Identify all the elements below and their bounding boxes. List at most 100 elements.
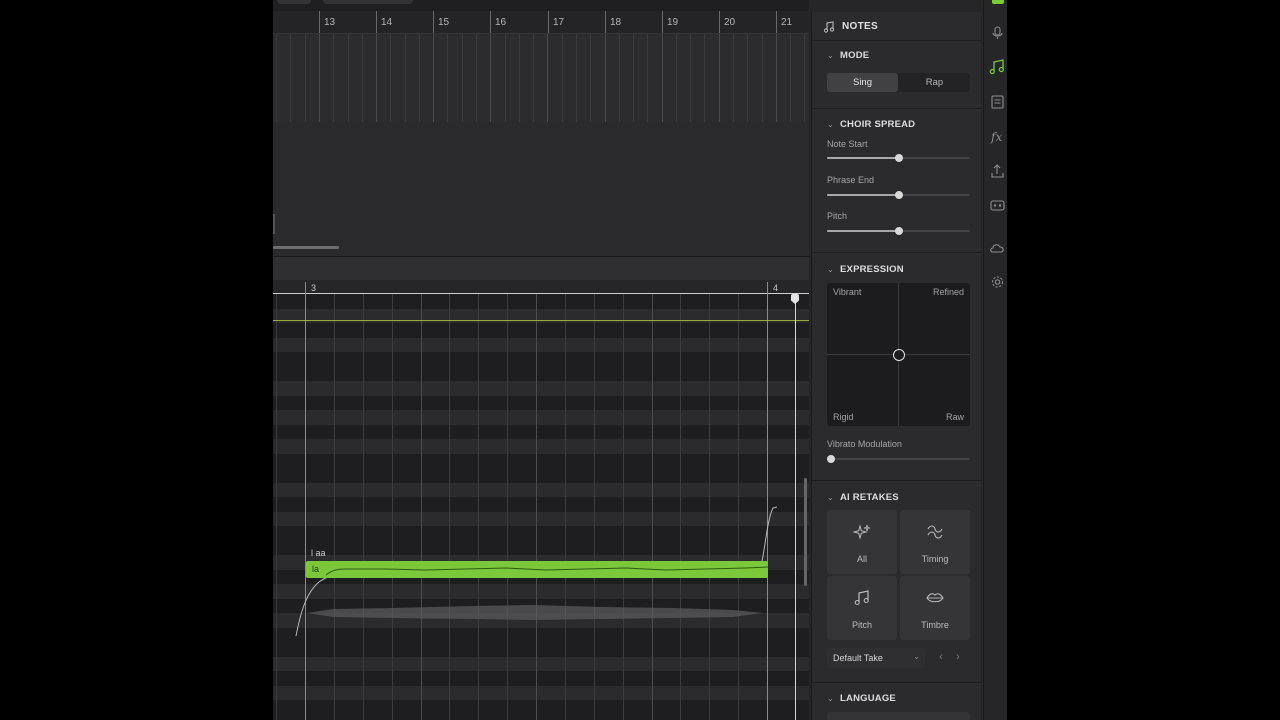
cloud-icon[interactable] [988, 239, 1006, 257]
pad-label-vibrant: Vibrant [833, 287, 862, 297]
section-mode[interactable]: ⌄ MODE [812, 46, 982, 66]
playhead [795, 296, 796, 720]
slider-knob[interactable] [894, 191, 903, 199]
previous-take-button[interactable]: ‹ [933, 648, 949, 668]
grid-line [418, 34, 420, 122]
retake-label: All [856, 554, 867, 564]
take-value: Default Take [833, 653, 883, 663]
bar-number: 15 [438, 17, 450, 28]
slider-knob[interactable] [827, 455, 835, 463]
arrangement-ruler[interactable]: 13 14 15 16 17 18 19 20 21 [273, 11, 809, 34]
grid-line [675, 34, 677, 122]
divider [812, 480, 982, 481]
notes-inspector-panel: NOTES ⌄ MODE Sing Rap ⌄ CHOIR SPREAD Not… [811, 12, 982, 720]
arrangement-view[interactable]: 13 14 15 16 17 18 19 20 21 [273, 0, 809, 256]
divider [812, 682, 982, 683]
grid-line [361, 34, 363, 122]
slider-label: Pitch [827, 211, 848, 221]
chevron-down-icon[interactable]: ⌄ [827, 493, 834, 502]
bar-number: 18 [610, 17, 622, 28]
slider-label: Vibrato Modulation [827, 439, 902, 449]
svg-text:fx: fx [990, 130, 1002, 144]
mode-rap-option[interactable]: Rap [899, 73, 970, 92]
export-icon[interactable] [988, 162, 1006, 180]
slider-knob[interactable] [894, 227, 903, 235]
take-dropdown[interactable]: Default Take ⌄ [827, 648, 925, 668]
retake-pitch-button[interactable]: Pitch [827, 576, 897, 640]
grid-line [775, 34, 777, 122]
bar-number: 17 [553, 17, 565, 28]
retake-timing-button[interactable]: Timing [900, 510, 970, 574]
grid-line [704, 34, 706, 122]
section-title: EXPRESSION [840, 264, 904, 275]
grid-line [276, 34, 278, 122]
chevron-down-icon[interactable]: ⌄ [827, 694, 834, 703]
grid-line [461, 34, 463, 122]
note-start-slider[interactable] [827, 153, 970, 163]
mode-sing-option[interactable]: Sing [827, 73, 898, 92]
section-ai-retakes[interactable]: ⌄ AI RETAKES [812, 488, 982, 508]
grid-line [590, 34, 592, 122]
section-title: MODE [840, 50, 870, 61]
xy-pad-handle[interactable] [893, 349, 905, 361]
right-toolbar: fx [983, 0, 1007, 720]
horizontal-scrollbar[interactable] [273, 246, 339, 249]
toolbar-pill[interactable] [277, 0, 311, 4]
music-note-icon [827, 590, 897, 611]
notes-icon[interactable] [988, 58, 1006, 76]
vibrato-modulation-slider[interactable] [827, 454, 970, 464]
section-title: CHOIR SPREAD [840, 119, 916, 130]
bar-number: 13 [324, 17, 336, 28]
note-block[interactable]: la [306, 561, 768, 578]
bar-number: 16 [495, 17, 507, 28]
bar-number: 21 [781, 17, 793, 28]
grid-line [604, 34, 606, 122]
grid-line [618, 34, 620, 122]
divider [812, 252, 982, 253]
section-language[interactable]: ⌄ LANGUAGE [812, 689, 982, 709]
piano-roll[interactable]: 3 4 l aa la [273, 280, 809, 720]
grid-line [647, 34, 649, 122]
grid-line [790, 34, 792, 122]
pitch-curve-layer [295, 506, 778, 637]
lyrics-sheet-icon[interactable] [988, 93, 1006, 111]
fx-icon[interactable]: fx [988, 127, 1006, 145]
bar-number: 19 [667, 17, 679, 28]
bar-number: 20 [724, 17, 736, 28]
chevron-down-icon[interactable]: ⌄ [827, 265, 834, 274]
mode-toggle[interactable]: Sing Rap [827, 73, 970, 92]
grid-line [761, 34, 763, 122]
grid-line [575, 34, 577, 122]
grid-line [347, 34, 349, 122]
pitch-slider[interactable] [827, 226, 970, 236]
grid-line [547, 34, 549, 122]
grid-line [333, 34, 335, 122]
lips-icon [900, 590, 970, 611]
microphone-icon[interactable] [988, 24, 1006, 42]
track-grid[interactable] [273, 34, 809, 122]
grid-line [490, 34, 492, 122]
section-expression[interactable]: ⌄ EXPRESSION [812, 260, 982, 280]
slider-label: Note Start [827, 139, 868, 149]
chevron-down-icon[interactable]: ⌄ [827, 120, 834, 129]
chevron-down-icon: ⌄ [913, 652, 920, 661]
chevron-down-icon[interactable]: ⌄ [827, 51, 834, 60]
expression-xy-pad[interactable]: Vibrant Refined Rigid Raw [827, 283, 970, 426]
toolbar-pill[interactable] [323, 0, 413, 4]
grid-line [376, 34, 378, 122]
settings-icon[interactable] [988, 273, 1006, 291]
slider-knob[interactable] [894, 154, 903, 162]
retake-timbre-button[interactable]: Timbre [900, 576, 970, 640]
grid-line [633, 34, 635, 122]
grid-line [319, 34, 320, 122]
take-selector-row: Default Take ⌄ ‹ › [827, 648, 970, 668]
music-note-icon [823, 20, 835, 38]
language-dropdown[interactable] [827, 712, 970, 720]
next-take-button[interactable]: › [950, 648, 966, 668]
phrase-end-slider[interactable] [827, 190, 970, 200]
ai-bot-icon[interactable] [988, 196, 1006, 214]
section-choir-spread[interactable]: ⌄ CHOIR SPREAD [812, 115, 982, 135]
grid-line [690, 34, 692, 122]
vertical-scrollbar[interactable] [804, 478, 807, 586]
retake-all-button[interactable]: All [827, 510, 897, 574]
